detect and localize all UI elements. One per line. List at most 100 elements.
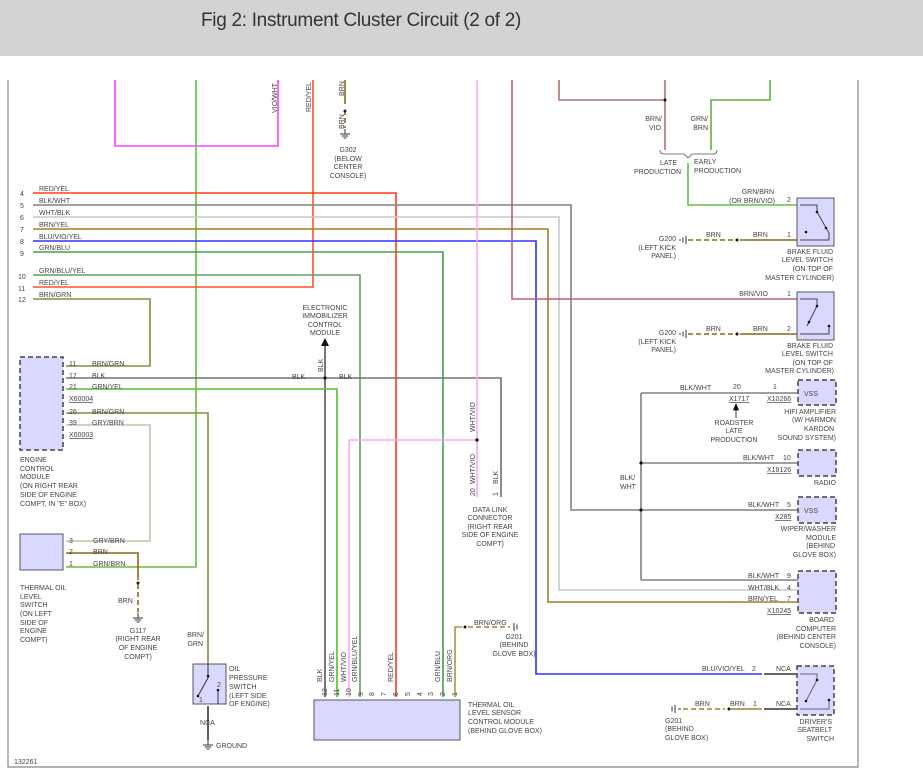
thermal-oil-level-switch[interactable] — [19, 533, 64, 571]
pin-number: 26 — [69, 409, 77, 416]
pin-number: 6 — [393, 692, 400, 696]
component-name: CONTROL — [308, 322, 342, 329]
oil-pressure-switch[interactable] — [192, 663, 227, 705]
wire-brn-grn-12 — [33, 298, 151, 367]
wire-blk-ecm — [66, 377, 502, 497]
wire-label: GRN/BLU — [39, 245, 70, 252]
pin-number: 1 — [773, 384, 777, 391]
wire-label: RED/YEL — [39, 280, 69, 287]
wire-label: BRN — [706, 326, 721, 333]
ground-location: (LEFT KICK — [638, 245, 676, 252]
ground-g201-icon — [513, 623, 518, 631]
pin-number: 2 — [217, 682, 221, 689]
wire-label: BRN — [339, 81, 346, 96]
pin-number: 2 — [440, 692, 447, 696]
wire-label: BLK/WHT — [39, 198, 71, 205]
engine-control-module[interactable] — [19, 356, 64, 451]
wire-label: NCA — [776, 666, 791, 673]
splice-dot — [463, 625, 467, 629]
ground-location: PANEL) — [651, 347, 676, 354]
wire-label: GRN — [187, 641, 203, 648]
splice-dot — [663, 98, 667, 102]
vss-label: VSS — [804, 508, 818, 515]
pin-number: 9 — [20, 251, 24, 258]
wire-label: BLK — [493, 470, 500, 484]
component-name: LEVEL SWITCH — [782, 257, 833, 264]
pin-number: 4 — [787, 585, 791, 592]
pin-number: 8 — [369, 692, 376, 696]
wire-label: BLK/WHT — [748, 573, 780, 580]
wire-grn-blu-9 — [33, 251, 444, 697]
splice-dot — [343, 109, 347, 113]
pin-number: 1 — [452, 692, 459, 696]
component-name: THERMAL OIL — [468, 702, 515, 709]
component-name: DRIVER'S — [800, 719, 833, 726]
ground-location: PANEL) — [651, 253, 676, 260]
component-name: BOARD — [809, 617, 834, 624]
wire-label: BRN/ — [187, 632, 204, 639]
splice-dot — [136, 581, 140, 585]
wire-label: BLK — [292, 374, 306, 381]
wire-label: BRN/YEL — [748, 596, 778, 603]
pin-number: 10 — [18, 274, 26, 281]
wire-label: NCA — [776, 701, 791, 708]
component-name: WIPER/WASHER — [781, 526, 836, 533]
component-name: CONTROL — [20, 466, 54, 473]
ground-location: OF ENGINE — [119, 645, 158, 652]
pin-number: 10 — [346, 688, 353, 696]
wire-label: BRN — [339, 114, 346, 129]
figure-id: 132261 — [14, 759, 37, 766]
wire-label: BRN — [693, 125, 708, 132]
ground-location: (LEFT KICK — [638, 339, 676, 346]
wire-label: RED/YEL — [388, 652, 395, 682]
wire-label: BRN/GRN — [92, 361, 124, 368]
thermal-oil-level-sensor-control-module[interactable] — [313, 699, 461, 741]
radio[interactable] — [797, 449, 837, 477]
note-label: LATE — [726, 428, 743, 435]
pin-number: 11 — [69, 361, 76, 368]
component-name: (BEHIND — [806, 543, 835, 550]
brake-fluid-level-switch-2[interactable] — [796, 291, 835, 341]
brake-fluid-level-switch-1[interactable] — [796, 197, 835, 247]
wire-brn-grn-26 — [66, 412, 209, 664]
component-name: OIL — [229, 666, 240, 673]
wire-label: GRN/YEL — [92, 384, 123, 391]
wire-label: (OR BRN/VIO) — [729, 198, 775, 205]
pin-number: 20 — [733, 384, 741, 391]
component-name: THERMAL OIL — [20, 585, 67, 592]
component-name: (LEFT SIDE — [229, 693, 267, 700]
component-name: (W/ HARMON — [792, 417, 836, 424]
ground-g302-icon — [339, 128, 351, 139]
pin-number: 11 — [334, 689, 341, 696]
component-name: (BEHIND CENTER — [776, 634, 836, 641]
pin-number: 4 — [20, 191, 24, 198]
component-name: (BEHIND GLOVE BOX) — [468, 728, 542, 735]
wire-label: BRN/GRN — [39, 292, 71, 299]
ground-name: G200 — [659, 236, 676, 243]
tolscm-pins: 12 11 10 9 8 7 6 5 4 3 2 1 — [322, 688, 459, 696]
splice-dot — [323, 376, 327, 380]
drivers-seatbelt-switch[interactable] — [796, 665, 835, 716]
connector-id: X10266 — [767, 396, 791, 403]
pin-number: 12 — [18, 297, 26, 304]
wire-label: GRN/BLU — [435, 651, 442, 682]
splice-dot — [639, 508, 643, 512]
wire-label: WHT/BLK — [748, 585, 779, 592]
board-computer[interactable] — [797, 570, 837, 614]
ground-name: G201 — [665, 718, 682, 725]
component-name: MODULE — [310, 330, 340, 337]
ground-location: COMPT) — [124, 654, 152, 661]
ground-g201-seatbelt-icon — [671, 705, 681, 713]
wiring-diagram: 4 5 6 7 8 9 10 11 12 RED/YEL BLK/WHT WHT… — [7, 80, 859, 768]
component-name: BRAKE FLUID — [787, 249, 833, 256]
wire-label: GRY/BRN — [93, 538, 125, 545]
wire-label: BLU/VIO/YEL — [702, 666, 745, 673]
component-name: GLOVE BOX) — [793, 552, 836, 559]
component-name: SWITCH — [229, 684, 257, 691]
wire-label: RED/YEL — [306, 82, 313, 112]
pin-number: 12 — [322, 688, 329, 696]
wire-label: BLK — [318, 358, 325, 372]
pin-number: 3 — [428, 692, 435, 696]
wire-label: BRN — [118, 598, 133, 605]
wire-label: BRN — [730, 701, 745, 708]
